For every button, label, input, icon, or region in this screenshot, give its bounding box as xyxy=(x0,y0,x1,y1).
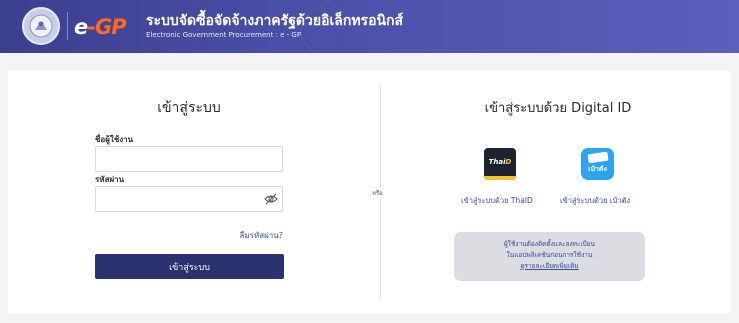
digital-id-title: เข้าสู่ระบบด้วย Digital ID xyxy=(484,101,632,116)
logo-gp: GP xyxy=(94,15,127,39)
header-bar: e-GP ระบบจัดซื้อจัดจ้างภาครัฐด้วยอิเล็กท… xyxy=(0,0,739,53)
thaid-logo-button[interactable]: ThaiD xyxy=(484,148,516,180)
paotang-logo-text: เป๋าตัง xyxy=(588,165,607,173)
digital-id-info-box: ผู้ใช้งานต้องติดตั้งและลงทะเบียน ในแอปพล… xyxy=(454,232,645,281)
thaid-logo-text: ThaiD xyxy=(484,158,516,166)
government-emblem-icon xyxy=(22,7,60,45)
password-input[interactable] xyxy=(95,186,283,212)
paotang-login-caption[interactable]: เข้าสู่ระบบด้วย เป๋าตัง xyxy=(560,195,630,207)
thaid-login-caption[interactable]: เข้าสู่ระบบด้วย ThaID xyxy=(461,195,533,207)
login-button[interactable]: เข้าสู่ระบบ xyxy=(95,254,284,279)
username-input[interactable] xyxy=(95,146,283,172)
header-title: ระบบจัดซื้อจัดจ้างภาครัฐด้วยอิเล็กทรอนิก… xyxy=(146,13,404,29)
forgot-password-link[interactable]: ลืมรหัสผ่าน? xyxy=(95,229,283,242)
info-line-2: ในแอปพลิเคชันก่อนการใช้งาน xyxy=(506,251,593,259)
header-divider xyxy=(67,12,68,40)
username-label: ชื่อผู้ใช้งาน xyxy=(95,135,134,144)
info-line-1: ผู้ใช้งานต้องติดตั้งและลงทะเบียน xyxy=(504,240,595,248)
toggle-password-visibility-icon[interactable] xyxy=(264,193,278,205)
paotang-logo-button[interactable]: เป๋าตัง xyxy=(581,148,614,180)
thaid-logo-stripe xyxy=(484,176,516,180)
logo-e: e xyxy=(74,15,88,39)
paotang-card-icon xyxy=(587,151,609,164)
logo-dash: - xyxy=(87,15,96,39)
more-details-link[interactable]: ดูรายละเอียดเพิ่มเติม xyxy=(454,261,645,272)
thaid-logo-part-a: Thai xyxy=(488,158,506,166)
egp-logo[interactable]: e-GP xyxy=(74,12,127,42)
login-card: เข้าสู่ระบบ ชื่อผู้ใช้งาน รหัสผ่าน ลืมรห… xyxy=(8,70,731,314)
password-label: รหัสผ่าน xyxy=(95,175,125,184)
thaid-logo-part-b: D xyxy=(505,158,512,166)
login-title: เข้าสู่ระบบ xyxy=(157,100,221,116)
or-divider-label: หรือ xyxy=(370,188,385,198)
header-subtitle: Electronic Government Procurement : e - … xyxy=(146,31,302,39)
